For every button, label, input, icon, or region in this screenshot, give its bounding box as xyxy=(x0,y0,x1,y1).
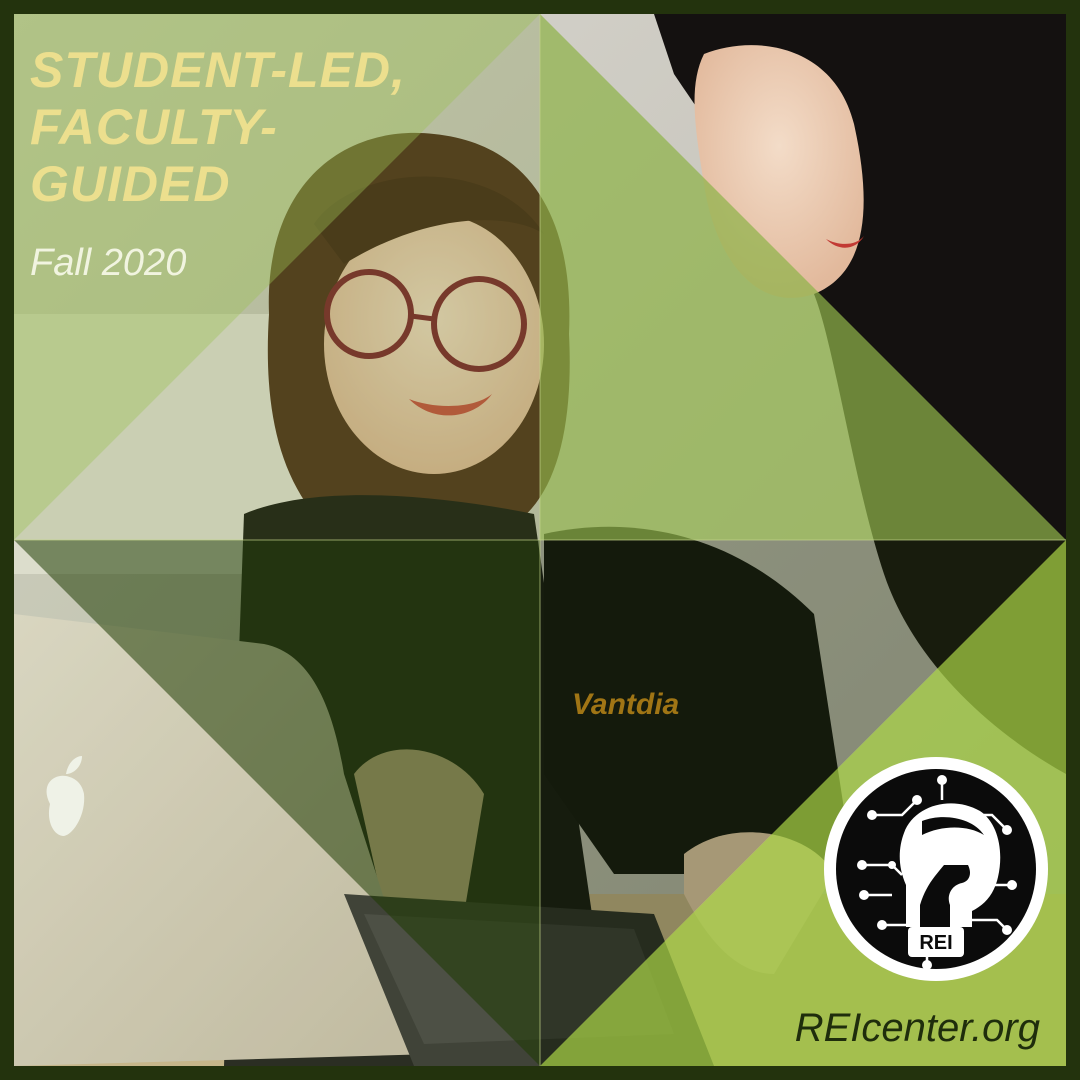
poster: Vantdia STUDENT-LED, FACULTY- GUIDED Fal… xyxy=(0,0,1080,1080)
rei-logo: REI xyxy=(824,757,1048,981)
headline-line-2: FACULTY- xyxy=(30,99,278,155)
rei-logo-text: REI xyxy=(919,932,952,954)
headline-line-1: STUDENT-LED, xyxy=(30,42,406,98)
headline: STUDENT-LED, FACULTY- GUIDED xyxy=(30,42,406,213)
headline-line-3: GUIDED xyxy=(30,156,231,212)
website-url[interactable]: REIcenter.org xyxy=(795,1004,1040,1052)
term-subtitle: Fall 2020 xyxy=(30,242,187,284)
